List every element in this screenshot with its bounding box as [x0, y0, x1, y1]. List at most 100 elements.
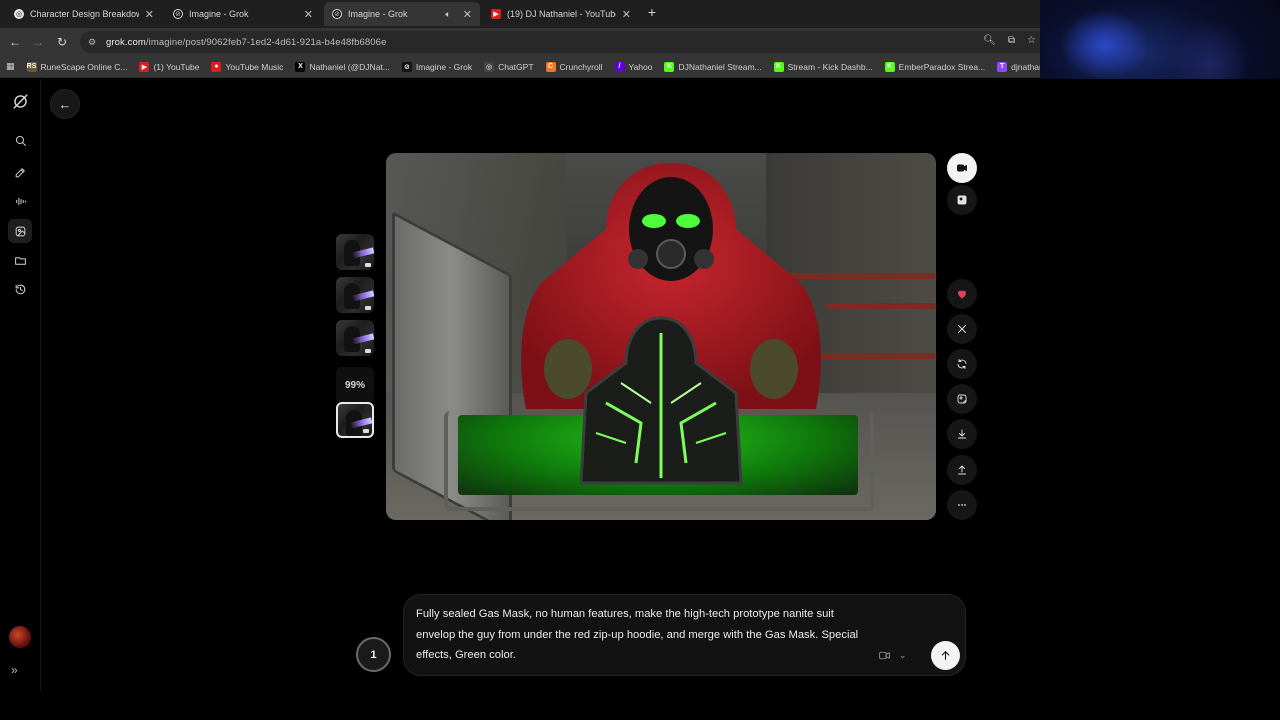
- share-icon[interactable]: [947, 455, 977, 485]
- heart-icon[interactable]: [947, 279, 977, 309]
- bookmark-item[interactable]: K EmberParadox Strea...: [884, 61, 985, 72]
- tab-title: Imagine - Grok: [348, 9, 408, 19]
- thumbnail[interactable]: [336, 320, 374, 356]
- browser-tab-active[interactable]: ⊘ Imagine - Grok 🔈︎ ✕: [324, 2, 480, 26]
- install-app-icon[interactable]: ⧉: [1008, 35, 1015, 46]
- prompt-input[interactable]: Fully sealed Gas Mask, no human features…: [416, 604, 866, 666]
- bookmark-item[interactable]: Tdjnathanielrs3 - Twit...: [997, 61, 1040, 72]
- bookmark-label: Yahoo: [628, 61, 653, 72]
- bookmark-star-icon[interactable]: ☆: [1027, 35, 1036, 46]
- thumbnail[interactable]: [336, 277, 374, 313]
- edit-image-icon[interactable]: [947, 384, 977, 414]
- bookmark-label: djnathanielrs3 - Twit...: [1011, 61, 1040, 72]
- apps-grid-icon[interactable]: ▦: [6, 60, 15, 74]
- close-tab-icon[interactable]: ✕: [145, 8, 154, 21]
- close-tab-icon[interactable]: ✕: [304, 8, 313, 21]
- bookmark-item[interactable]: X Nathaniel (@DJNat...: [295, 61, 390, 72]
- tab-title: Character Design Breakdown: [30, 9, 139, 19]
- bookmark-item[interactable]: ⊘ Imagine - Grok: [401, 61, 473, 72]
- new-tab-button[interactable]: +: [644, 4, 660, 20]
- bookmark-item[interactable]: ◎ ChatGPT: [484, 61, 534, 72]
- youtube-icon: ▶: [491, 9, 501, 19]
- generation-progress: 99%: [336, 367, 374, 403]
- search-icon[interactable]: [8, 128, 32, 152]
- download-icon[interactable]: [947, 419, 977, 449]
- bookmark-label: YouTube Music: [225, 61, 284, 72]
- bookmark-label: (1) YouTube: [153, 61, 200, 72]
- generated-image: [386, 153, 936, 520]
- grok-logo-icon[interactable]: [8, 89, 32, 113]
- voice-icon[interactable]: [8, 189, 32, 213]
- browser-tab[interactable]: ⊘ Imagine - Grok ✕: [165, 2, 321, 26]
- bookmark-favicon-icon: ◎: [484, 61, 495, 72]
- bookmark-label: Crunchyroll: [559, 61, 603, 72]
- mode-selector[interactable]: ⌄: [878, 645, 907, 665]
- bookmark-favicon-icon: ●: [211, 61, 222, 72]
- back-arrow-icon: ←: [58, 96, 72, 112]
- x-share-icon[interactable]: [947, 314, 977, 344]
- sidebar: »: [0, 79, 41, 691]
- arrow-up-icon: [941, 651, 950, 660]
- folder-icon[interactable]: [8, 248, 32, 272]
- bookmark-item[interactable]: C Crunchyroll: [545, 61, 603, 72]
- close-tab-icon[interactable]: ✕: [622, 8, 631, 21]
- reload-icon[interactable]: ↻: [53, 33, 71, 51]
- imagine-icon[interactable]: [8, 219, 32, 243]
- thumbnail[interactable]: [336, 234, 374, 270]
- thumbnail-selected[interactable]: [336, 402, 374, 438]
- url-text: grok.com/imagine/post/9062feb7-1ed2-4d61…: [106, 36, 387, 48]
- browser-tab[interactable]: ◎ Character Design Breakdown ✕: [6, 2, 162, 26]
- more-icon[interactable]: [947, 490, 977, 520]
- back-button[interactable]: ←: [50, 89, 80, 119]
- bookmark-item[interactable]: K Stream - Kick Dashb...: [773, 61, 873, 72]
- bookmark-item[interactable]: K DJNathaniel Stream...: [664, 61, 762, 72]
- bookmark-item[interactable]: / Yahoo: [614, 61, 653, 72]
- prompt-box[interactable]: Fully sealed Gas Mask, no human features…: [403, 594, 966, 676]
- bookmark-label: Stream - Kick Dashb...: [787, 61, 873, 72]
- close-tab-icon[interactable]: ✕: [463, 8, 472, 21]
- forward-arrow-icon[interactable]: →: [29, 33, 47, 51]
- bookmark-favicon-icon: X: [295, 61, 306, 72]
- bookmark-label: RuneScape Online C...: [40, 61, 128, 72]
- bookmark-item[interactable]: RS RuneScape Online C...: [26, 61, 128, 72]
- bookmark-favicon-icon: K: [773, 61, 784, 72]
- grok-imagine-page: » ← 99% 1 Fully sealed Gas Mask, no huma…: [0, 79, 1280, 720]
- back-arrow-icon[interactable]: ←: [6, 33, 24, 51]
- generation-count-badge[interactable]: 1: [356, 637, 391, 672]
- bookmark-label: Nathaniel (@DJNat...: [309, 61, 390, 72]
- bookmarks-bar: ▦ RS RuneScape Online C... ▶ (1) YouTube ● Yo…: [0, 56, 1040, 78]
- bookmark-favicon-icon: K: [884, 61, 895, 72]
- video-badge-icon: [365, 349, 371, 353]
- bookmark-favicon-icon: ⊘: [401, 61, 412, 72]
- site-info-icon[interactable]: ⚙: [88, 37, 98, 47]
- send-button[interactable]: [931, 641, 960, 670]
- chatgpt-icon: ◎: [14, 9, 24, 19]
- bookmark-favicon-icon: /: [614, 61, 625, 72]
- edit-icon[interactable]: [8, 160, 32, 184]
- bookmark-favicon-icon: C: [545, 61, 556, 72]
- bookmark-favicon-icon: ▶: [139, 61, 150, 72]
- address-bar[interactable]: ⚙ grok.com/imagine/post/9062feb7-1ed2-4d…: [80, 31, 1040, 53]
- bookmark-label: ChatGPT: [498, 61, 534, 72]
- expand-sidebar-icon[interactable]: »: [11, 663, 18, 677]
- history-icon[interactable]: [8, 277, 32, 301]
- bookmark-favicon-icon: K: [664, 61, 675, 72]
- bookmark-item[interactable]: ● YouTube Music: [211, 61, 284, 72]
- image-mode-icon[interactable]: [947, 185, 977, 215]
- bookmark-favicon-icon: RS: [26, 61, 37, 72]
- zoom-icon[interactable]: 🔍︎: [983, 35, 996, 46]
- avatar[interactable]: [9, 626, 31, 648]
- bookmark-item[interactable]: ▶ (1) YouTube: [139, 61, 200, 72]
- audio-playing-icon[interactable]: 🔈︎: [445, 9, 450, 20]
- regenerate-icon[interactable]: [947, 349, 977, 379]
- bookmark-favicon-icon: T: [997, 61, 1008, 72]
- browser-tab[interactable]: ▶ (19) DJ Nathaniel - YouTube ✕: [483, 2, 639, 26]
- bookmark-label: Imagine - Grok: [415, 61, 473, 72]
- video-badge-icon: [365, 306, 371, 310]
- video-camera-icon: [879, 651, 890, 659]
- video-badge-icon: [363, 429, 369, 433]
- tab-title: (19) DJ Nathaniel - YouTube: [507, 9, 616, 19]
- metal-case: [444, 411, 874, 511]
- video-mode-icon[interactable]: [947, 153, 977, 183]
- grok-icon: ⊘: [173, 9, 183, 19]
